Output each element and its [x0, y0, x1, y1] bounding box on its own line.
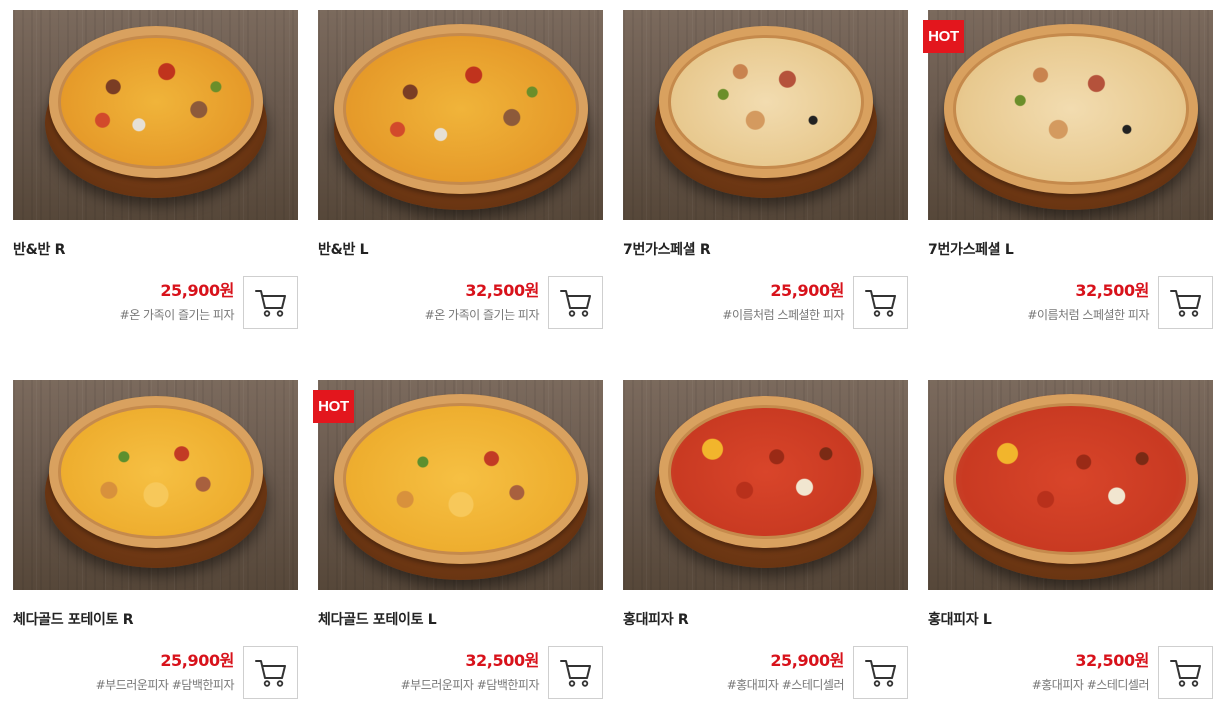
product-card[interactable]: 반&반 R 25,900원 #온 가족이 즐기는 피자	[13, 10, 298, 340]
product-name[interactable]: 홍대피자 L	[928, 609, 992, 629]
add-to-cart-button[interactable]	[853, 646, 908, 699]
cart-icon	[254, 659, 286, 687]
product-tags: #부드러운피자 #담백한피자	[95, 678, 235, 692]
product-image[interactable]	[13, 380, 298, 590]
product-image[interactable]	[623, 10, 908, 220]
product-name[interactable]: 반&반 R	[13, 239, 65, 259]
product-price: 25,900원	[160, 281, 234, 300]
product-name[interactable]: 반&반 L	[318, 239, 369, 259]
product-tags: #이름처럼 스페셜한 피자	[1027, 308, 1149, 322]
product-name[interactable]: 체다골드 포테이토 L	[318, 609, 437, 629]
add-to-cart-button[interactable]	[243, 276, 298, 329]
add-to-cart-button[interactable]	[548, 276, 603, 329]
product-name[interactable]: 체다골드 포테이토 R	[13, 609, 134, 629]
cart-icon	[1169, 289, 1201, 317]
product-tags: #온 가족이 즐기는 피자	[119, 308, 235, 322]
product-tags: #홍대피자 #스테디셀러	[1031, 678, 1150, 692]
product-image[interactable]	[13, 10, 298, 220]
product-card[interactable]: HOT 체다골드 포테이토 L 32,500원 #부드러운피자 #담백한피자	[313, 380, 603, 710]
product-price: 32,500원	[1075, 281, 1149, 300]
product-card[interactable]: HOT 7번가스페셜 L 32,500원 #이름처럼 스페셜한 피자	[923, 10, 1213, 340]
add-to-cart-button[interactable]	[853, 276, 908, 329]
cart-icon	[864, 289, 896, 317]
product-price: 32,500원	[465, 281, 539, 300]
product-price: 25,900원	[160, 651, 234, 670]
cart-icon	[254, 289, 286, 317]
cart-icon	[559, 289, 591, 317]
product-image[interactable]	[928, 10, 1213, 220]
add-to-cart-button[interactable]	[1158, 276, 1213, 329]
pizza-photo	[334, 24, 588, 194]
pizza-photo	[49, 396, 263, 548]
product-card[interactable]: 7번가스페셜 R 25,900원 #이름처럼 스페셜한 피자	[623, 10, 908, 340]
pizza-photo	[944, 24, 1198, 194]
product-name[interactable]: 7번가스페셜 R	[623, 239, 711, 259]
add-to-cart-button[interactable]	[548, 646, 603, 699]
pizza-photo	[944, 394, 1198, 564]
hot-badge: HOT	[923, 20, 964, 53]
hot-badge: HOT	[313, 390, 354, 423]
product-tags: #온 가족이 즐기는 피자	[424, 308, 540, 322]
pizza-photo	[659, 396, 873, 548]
pizza-photo	[334, 394, 588, 564]
product-name[interactable]: 7번가스페셜 L	[928, 239, 1014, 259]
product-image[interactable]	[928, 380, 1213, 590]
pizza-photo	[49, 26, 263, 178]
cart-icon	[1169, 659, 1201, 687]
product-tags: #홍대피자 #스테디셀러	[726, 678, 845, 692]
cart-icon	[864, 659, 896, 687]
product-card[interactable]: 홍대피자 R 25,900원 #홍대피자 #스테디셀러	[623, 380, 908, 710]
product-image[interactable]	[318, 10, 603, 220]
add-to-cart-button[interactable]	[1158, 646, 1213, 699]
product-card[interactable]: 반&반 L 32,500원 #온 가족이 즐기는 피자	[318, 10, 603, 340]
cart-icon	[559, 659, 591, 687]
pizza-photo	[659, 26, 873, 178]
product-image[interactable]	[623, 380, 908, 590]
product-card[interactable]: 체다골드 포테이토 R 25,900원 #부드러운피자 #담백한피자	[13, 380, 298, 710]
product-tags: #이름처럼 스페셜한 피자	[722, 308, 844, 322]
product-price: 32,500원	[1075, 651, 1149, 670]
add-to-cart-button[interactable]	[243, 646, 298, 699]
product-name[interactable]: 홍대피자 R	[623, 609, 689, 629]
product-price: 25,900원	[770, 281, 844, 300]
product-card[interactable]: 홍대피자 L 32,500원 #홍대피자 #스테디셀러	[928, 380, 1213, 710]
product-image[interactable]	[318, 380, 603, 590]
product-price: 25,900원	[770, 651, 844, 670]
product-tags: #부드러운피자 #담백한피자	[400, 678, 540, 692]
product-price: 32,500원	[465, 651, 539, 670]
